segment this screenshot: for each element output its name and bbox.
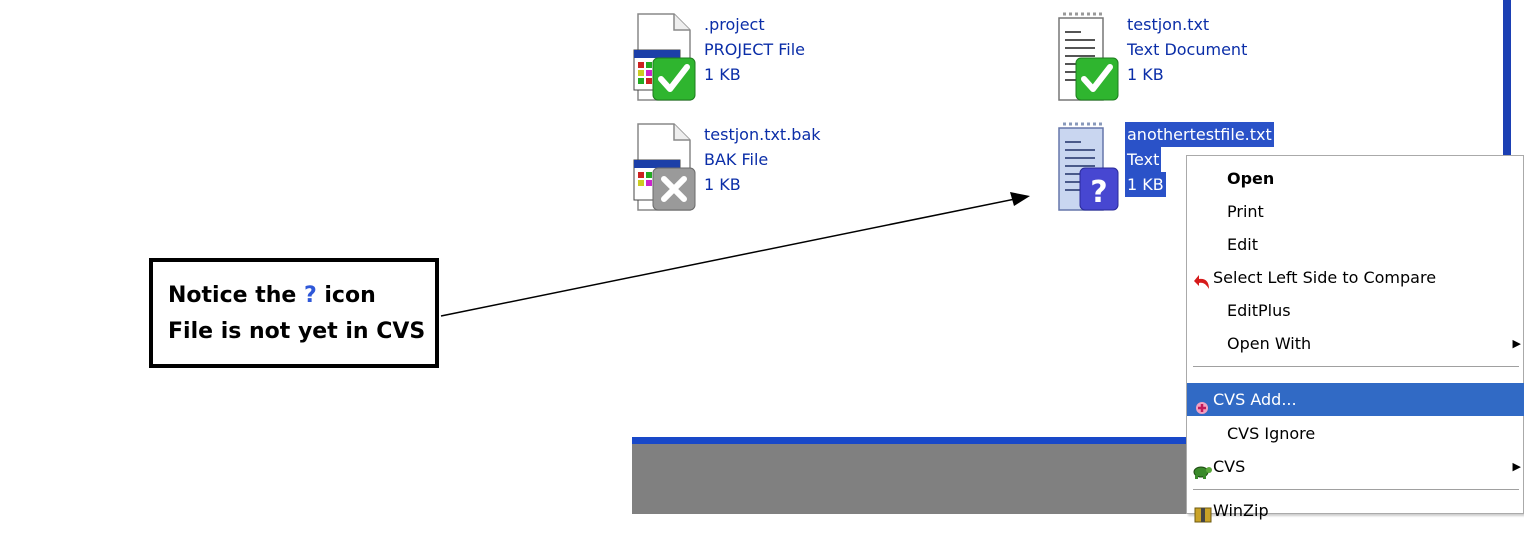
- menu-item-label: Edit: [1227, 235, 1258, 254]
- menu-item-print[interactable]: Print: [1187, 195, 1524, 228]
- menu-separator: [1193, 489, 1519, 490]
- menu-item-label: CVS Add...: [1213, 390, 1297, 409]
- menu-item-label: Select Left Side to Compare: [1213, 268, 1437, 287]
- menu-separator: [1193, 366, 1519, 367]
- menu-item-label: Open With: [1227, 334, 1312, 353]
- menu-item-edit[interactable]: Edit: [1187, 228, 1524, 261]
- menu-item-cvs[interactable]: CVS ▶: [1187, 450, 1524, 483]
- menu-item-select-left-compare[interactable]: Select Left Side to Compare: [1187, 261, 1524, 294]
- submenu-arrow-icon: ▶: [1512, 337, 1521, 350]
- menu-item-label: WinZip: [1213, 501, 1269, 520]
- menu-item-winzip[interactable]: WinZip: [1187, 494, 1524, 527]
- menu-item-label: CVS: [1213, 457, 1246, 476]
- menu-item-cvs-add[interactable]: CVS Add...: [1187, 383, 1524, 416]
- menu-item-label: Open: [1227, 169, 1275, 188]
- turtle-icon: [1191, 458, 1212, 479]
- menu-item-open-with[interactable]: Open With ▶: [1187, 327, 1524, 360]
- menu-item-editplus[interactable]: EditPlus: [1187, 294, 1524, 327]
- context-menu: Open Print Edit Select Left Side to Comp…: [1186, 155, 1524, 523]
- undo-arrow-icon: [1193, 269, 1213, 289]
- submenu-arrow-icon: ▶: [1512, 460, 1521, 473]
- winzip-icon: [1193, 502, 1213, 523]
- menu-item-open[interactable]: Open: [1187, 162, 1524, 195]
- menu-item-label: CVS Ignore: [1227, 424, 1316, 443]
- menu-item-label: EditPlus: [1227, 301, 1291, 320]
- plus-icon: [1195, 393, 1215, 414]
- menu-item-cvs-ignore[interactable]: CVS Ignore: [1187, 417, 1524, 450]
- menu-item-label: Print: [1227, 202, 1264, 221]
